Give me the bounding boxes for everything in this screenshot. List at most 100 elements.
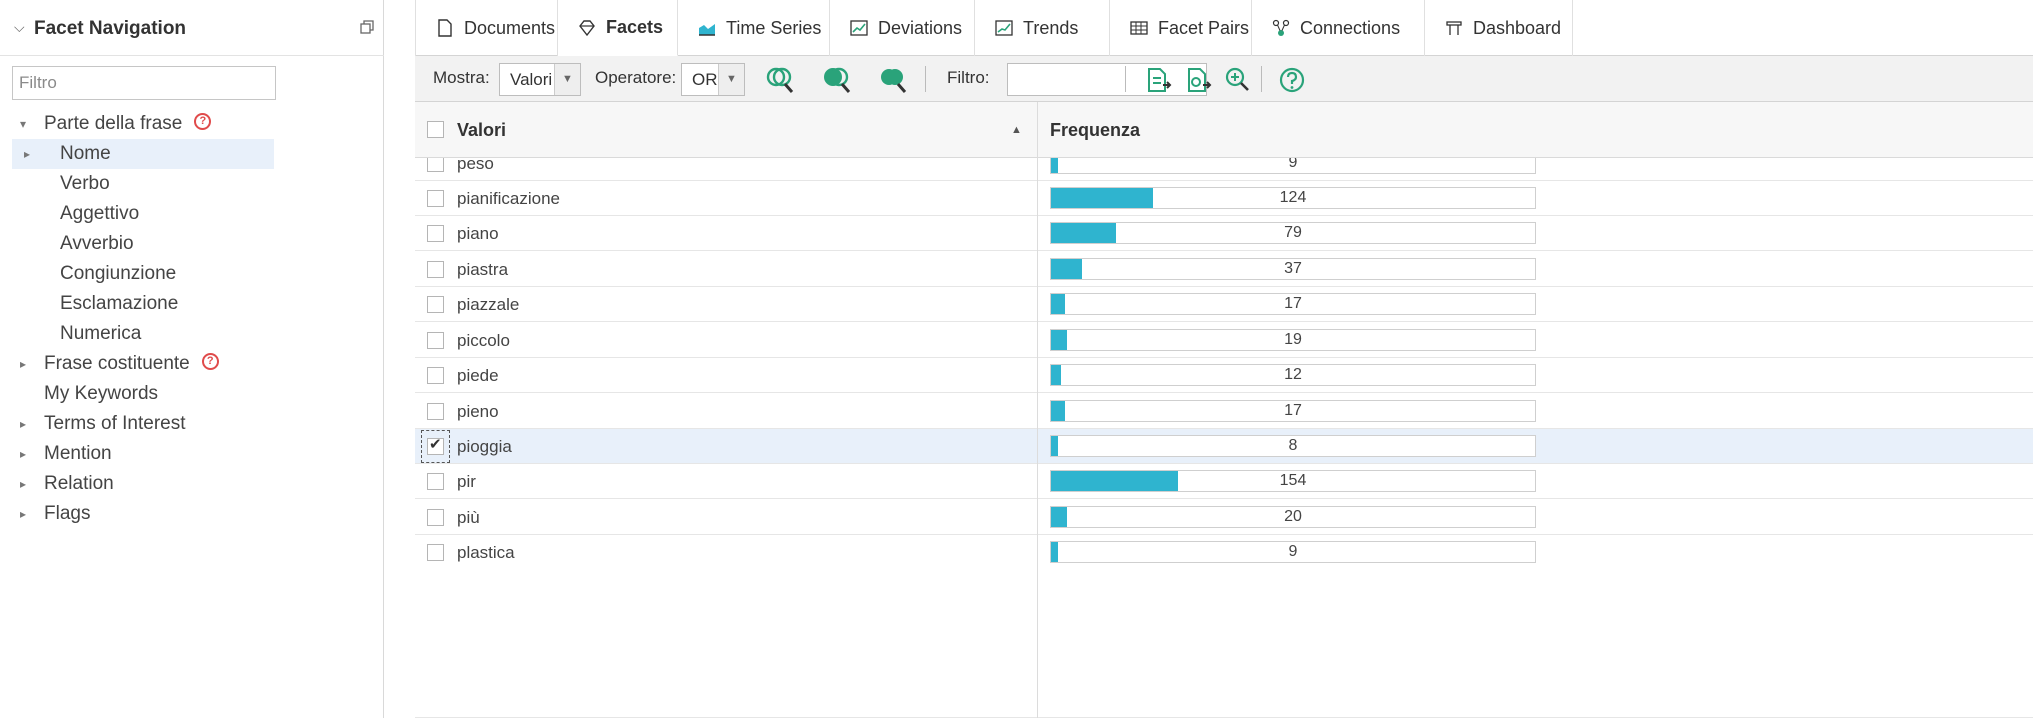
tree-item-relation[interactable]: ▸ Relation	[0, 469, 300, 499]
zoom-in-icon[interactable]	[1223, 65, 1253, 95]
expand-right-arrow-icon[interactable]: ▸	[20, 469, 26, 499]
row-checkbox[interactable]	[427, 403, 444, 420]
table-row[interactable]: piede 12	[415, 358, 2033, 393]
grid-icon	[1130, 19, 1148, 37]
tree-item-nome[interactable]: ▸ Nome	[12, 139, 274, 169]
help-icon[interactable]: ?	[201, 353, 219, 371]
table-row[interactable]: plastica 9	[415, 535, 2033, 718]
term-label: piede	[457, 366, 499, 385]
table-row[interactable]: piazzale 17	[415, 287, 2033, 322]
tree-item-label: Esclamazione	[60, 293, 179, 314]
table-row[interactable]: pianificazione 124	[415, 181, 2033, 216]
expand-right-arrow-icon[interactable]: ▸	[20, 409, 26, 439]
expand-right-arrow-icon[interactable]: ▸	[20, 439, 26, 469]
tree-item-terms-of-interest[interactable]: ▸ Terms of Interest	[0, 409, 300, 439]
row-checkbox[interactable]	[427, 261, 444, 278]
table-row[interactable]: più 20	[415, 500, 2033, 535]
select-all-checkbox[interactable]	[427, 121, 444, 138]
table-row[interactable]: piastra 37	[415, 252, 2033, 287]
frequency-bar: 9	[1050, 158, 1536, 174]
tree-item-flags[interactable]: ▸ Flags	[0, 499, 300, 529]
table-row[interactable]: peso 9	[415, 158, 2033, 181]
mostra-select[interactable]: Valori ▼	[499, 63, 581, 96]
expand-right-arrow-icon[interactable]: ▸	[20, 349, 26, 379]
line-chart-icon	[850, 19, 868, 37]
collapse-chevron-icon[interactable]: ⌵	[14, 19, 25, 36]
tree-item-frase-costituente[interactable]: ▸ Frase costituente?	[0, 349, 300, 379]
help-icon[interactable]: ?	[194, 113, 212, 131]
trend-icon	[995, 19, 1013, 37]
dashboard-icon	[1445, 19, 1463, 37]
operatore-select[interactable]: OR ▼	[681, 63, 745, 96]
tree-item-mention[interactable]: ▸ Mention	[0, 439, 300, 469]
tree-item-aggettivo[interactable]: Aggettivo	[0, 199, 300, 229]
tab-time-series[interactable]: Time Series	[678, 0, 830, 56]
term-label: pianificazione	[457, 189, 561, 208]
column-divider[interactable]	[1037, 102, 1038, 718]
tree-item-label: Relation	[44, 473, 114, 494]
facet-toolbar: Mostra: Valori ▼ Operatore: OR ▼ Filtro:	[415, 56, 2033, 102]
facet-navigation-header[interactable]: ⌵ Facet Navigation	[0, 0, 384, 56]
tree-item-label: Terms of Interest	[44, 413, 186, 434]
tree-item-esclamazione[interactable]: Esclamazione	[0, 289, 300, 319]
export-icon[interactable]	[1143, 65, 1173, 95]
find-intersect-icon[interactable]	[822, 65, 852, 95]
chevron-down-icon[interactable]: ▼	[554, 64, 580, 95]
facet-table: Valori ▲ Frequenza peso 9 pianificazione 12…	[415, 102, 2033, 718]
tab-documents[interactable]: Documents	[415, 0, 558, 56]
tab-dashboard[interactable]: Dashboard	[1425, 0, 1573, 56]
tab-deviations[interactable]: Deviations	[830, 0, 975, 56]
tab-connections[interactable]: Connections	[1252, 0, 1425, 56]
expand-right-arrow-icon[interactable]: ▸	[20, 499, 26, 529]
tree-item-label: Avverbio	[60, 233, 134, 254]
expand-down-arrow-icon[interactable]: ▾	[20, 109, 26, 139]
expand-right-arrow-icon[interactable]: ▸	[24, 139, 30, 169]
column-header-valori[interactable]: Valori	[457, 120, 506, 141]
tree-item-label: Parte della frase?	[44, 109, 212, 139]
row-checkbox[interactable]	[427, 473, 444, 490]
row-checkbox[interactable]	[427, 367, 444, 384]
chevron-down-icon[interactable]: ▼	[718, 64, 744, 95]
row-checkbox[interactable]	[427, 296, 444, 313]
gem-icon	[578, 19, 596, 37]
term-label: piazzale	[457, 295, 520, 314]
toolbar-filter-input[interactable]	[1007, 63, 1207, 96]
row-checkbox[interactable]	[427, 509, 444, 526]
table-row[interactable]: piccolo 19	[415, 323, 2033, 358]
tab-facet-pairs[interactable]: Facet Pairs	[1110, 0, 1252, 56]
sort-ascending-icon[interactable]: ▲	[1011, 124, 1022, 136]
table-row[interactable]: pieno 17	[415, 394, 2033, 429]
tree-item-verbo[interactable]: Verbo	[0, 169, 300, 199]
tree-item-label: Numerica	[60, 323, 142, 344]
frequency-value: 37	[1284, 260, 1302, 277]
tree-item-parte-della-frase[interactable]: ▾ Parte della frase?	[0, 109, 300, 139]
tree-item-label: Nome	[60, 143, 111, 164]
tree-item-congiunzione[interactable]: Congiunzione	[0, 259, 300, 289]
facet-navigation-title: Facet Navigation	[34, 18, 187, 39]
term-label: piano	[457, 224, 499, 243]
tree-item-my-keywords[interactable]: My Keywords	[0, 379, 300, 409]
frequency-value: 17	[1284, 295, 1302, 312]
restore-panel-icon[interactable]	[360, 20, 374, 34]
row-checkbox[interactable]	[427, 332, 444, 349]
export-chart-icon[interactable]	[1183, 65, 1213, 95]
table-row[interactable]: pir 154	[415, 464, 2033, 499]
column-header-frequenza[interactable]: Frequenza	[1050, 120, 1140, 141]
tree-item-numerica[interactable]: Numerica	[0, 319, 300, 349]
row-checkbox[interactable]	[427, 225, 444, 242]
find-outline-icon[interactable]	[765, 65, 795, 95]
help-icon[interactable]	[1277, 65, 1307, 95]
row-checkbox[interactable]	[427, 190, 444, 207]
tab-facets[interactable]: Facets	[558, 0, 678, 56]
tab-trends[interactable]: Trends	[975, 0, 1110, 56]
table-row[interactable]: piano 79	[415, 216, 2033, 251]
table-row[interactable]: pioggia 8	[415, 429, 2033, 464]
filtro-label: Filtro:	[947, 68, 990, 87]
row-checkbox[interactable]	[427, 544, 444, 561]
facet-filter-input[interactable]	[12, 66, 276, 100]
row-checkbox[interactable]	[427, 158, 444, 172]
tree-item-avverbio[interactable]: Avverbio	[0, 229, 300, 259]
frequency-value: 9	[1288, 543, 1298, 560]
frequency-bar: 12	[1050, 364, 1536, 386]
find-union-icon[interactable]	[878, 65, 908, 95]
